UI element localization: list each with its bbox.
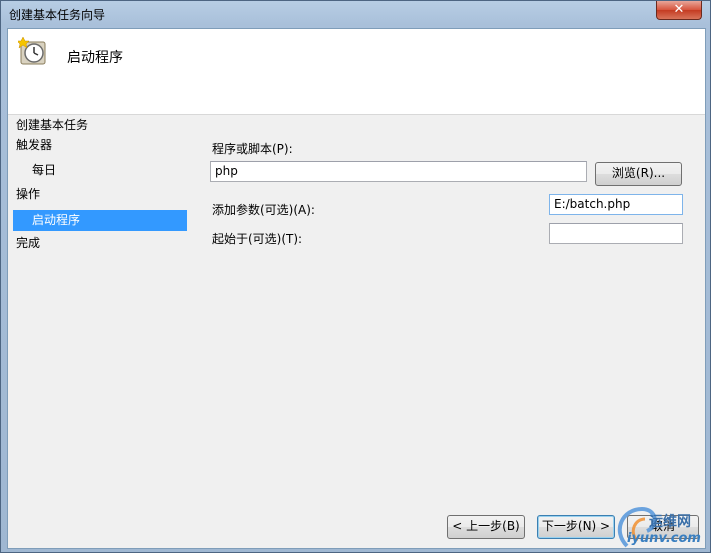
watermark-cn-text: 运维网 [649,514,691,530]
wizard-header: 启动程序 [8,29,705,115]
step-start-program-selected[interactable]: 启动程序 [13,210,187,231]
program-label: 程序或脚本(P): [212,142,293,156]
step-start-program-label: 启动程序 [32,213,81,227]
program-input[interactable]: php [210,161,587,182]
close-button[interactable]: ✕ [656,1,702,20]
step-action[interactable]: 操作 [16,184,40,204]
args-input[interactable]: E:/batch.php [549,194,683,215]
page-title: 启动程序 [67,50,123,66]
step-daily[interactable]: 每日 [32,160,56,180]
back-button[interactable]: < 上一步(B) [447,515,525,539]
step-trigger[interactable]: 触发器 [16,135,52,155]
startin-label: 起始于(可选)(T): [212,232,303,246]
next-button[interactable]: 下一步(N) > [537,515,615,539]
browse-button[interactable]: 浏览(R)... [595,162,682,186]
startin-input[interactable] [549,223,683,244]
args-label: 添加参数(可选)(A): [212,203,315,217]
title-bar[interactable]: 创建基本任务向导 ✕ [1,1,710,27]
wizard-client-area: 启动程序 创建基本任务 触发器 每日 操作 启动程序 完成 程序或脚本(P): … [7,28,706,549]
window-title: 创建基本任务向导 [9,8,106,22]
steps-section-title: 创建基本任务 [16,118,89,132]
step-finish[interactable]: 完成 [16,233,40,253]
watermark-en-text: iyunv.com [627,531,701,546]
wizard-window: 创建基本任务向导 ✕ 启动程序 创建基本任务 触发器 每日 操作 启动程序 完成… [0,0,711,553]
close-icon: ✕ [673,2,685,17]
task-clock-icon [18,37,46,65]
